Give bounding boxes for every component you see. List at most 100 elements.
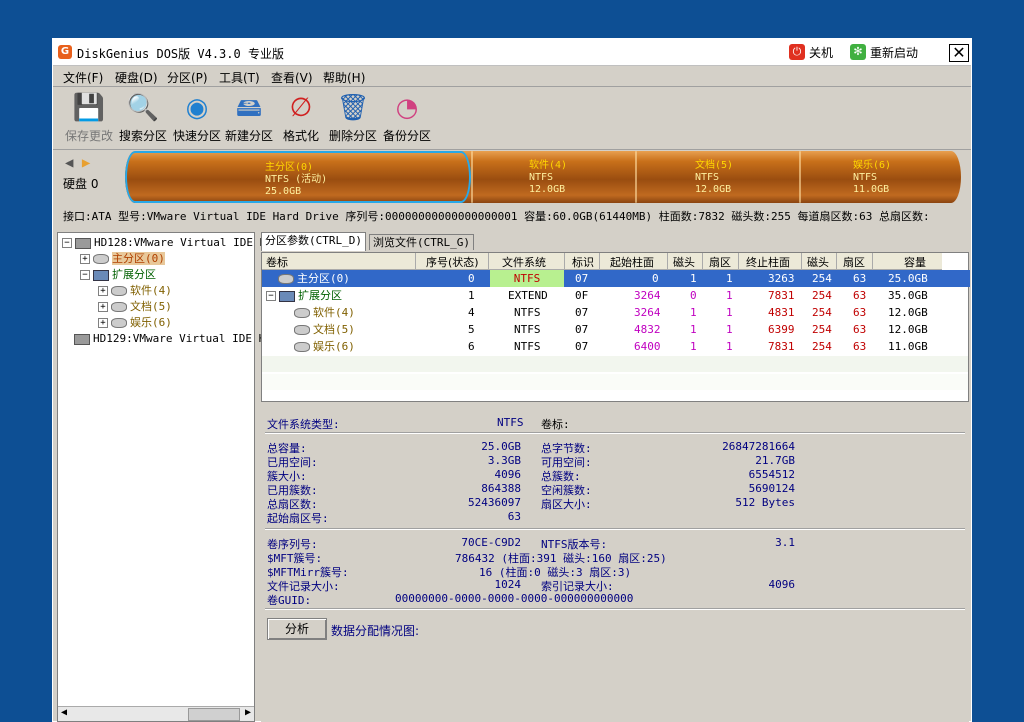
tab-partition-params[interactable]: 分区参数(CTRL_D) xyxy=(261,232,366,251)
cell-end-head: 254 xyxy=(812,306,832,319)
close-button[interactable]: ✕ xyxy=(949,44,969,62)
table-row[interactable]: − 扩展分区 1 EXTEND 0F 3264 0 1 7831 254 63 3… xyxy=(262,287,970,304)
shutdown-button[interactable]: ⏻ 关机 xyxy=(789,43,833,61)
col-capacity[interactable]: 容量 xyxy=(904,254,926,270)
cell-filesystem: NTFS xyxy=(490,270,564,287)
used-clusters-value: 864388 xyxy=(481,482,521,495)
cell-start-sector: 1 xyxy=(726,289,733,302)
collapse-icon[interactable]: − xyxy=(80,270,90,280)
cell-filesystem: NTFS xyxy=(514,340,541,353)
disk-nav: ◀ ▶ xyxy=(65,155,90,171)
format-button[interactable]: ∅ 格式化 xyxy=(277,91,325,144)
delete-partition-button[interactable]: 🗑 删除分区 xyxy=(327,91,379,144)
save-changes-button[interactable]: 💾 保存更改 xyxy=(63,91,115,144)
cell-start-head: 1 xyxy=(690,306,697,319)
tree-primary-partition[interactable]: + 主分区(0) xyxy=(80,251,165,267)
right-panel: 分区参数(CTRL_D) 浏览文件(CTRL_G) 卷标 序号(状态) 文件系统… xyxy=(261,232,970,722)
cell-start-sector: 1 xyxy=(726,306,733,319)
segment-software-fs: NTFS xyxy=(529,172,554,183)
segment-entertainment-size: 11.0GB xyxy=(853,184,890,195)
col-end-sector[interactable]: 扇区 xyxy=(843,254,865,270)
tree-disk-hd128[interactable]: − HD128:VMware Virtual IDE H: xyxy=(62,235,273,251)
tree-label: 扩展分区 xyxy=(112,268,156,281)
cell-index: 6 xyxy=(468,340,475,353)
expand-icon[interactable]: + xyxy=(80,254,90,264)
tree-partition-software[interactable]: + 软件(4) xyxy=(98,283,172,299)
segment-primary[interactable]: 主分区(0) NTFS (活动) 25.0GB xyxy=(125,151,471,203)
new-partition-button[interactable]: 🖴 新建分区 xyxy=(223,91,275,144)
tree-disk-hd129[interactable]: HD129:VMware Virtual IDE H: xyxy=(62,331,272,347)
partition-table: 卷标 序号(状态) 文件系统 标识 起始柱面 磁头 扇区 终止柱面 磁头 扇区 xyxy=(261,252,970,402)
table-row[interactable]: 主分区(0) 0 NTFS 07 0 1 1 3263 254 63 25.0G… xyxy=(262,270,970,287)
partition-icon xyxy=(111,286,127,296)
restart-button[interactable]: ✻ 重新启动 xyxy=(850,43,918,61)
col-start-head[interactable]: 磁头 xyxy=(673,254,695,270)
collapse-icon[interactable]: − xyxy=(62,238,72,248)
menu-view[interactable]: 查看(V) xyxy=(271,69,313,86)
search-partition-button[interactable]: 🔍 搜索分区 xyxy=(117,91,169,144)
shutdown-label: 关机 xyxy=(809,45,834,60)
cell-end-head: 254 xyxy=(812,272,832,285)
tab-browse-files[interactable]: 浏览文件(CTRL_G) xyxy=(369,234,474,250)
index-record-size-value: 4096 xyxy=(768,578,796,591)
allocation-map-label: 数据分配情况图: xyxy=(331,624,420,638)
scroll-thumb[interactable] xyxy=(188,708,240,721)
cell-id: 07 xyxy=(575,306,589,319)
tree-label: HD129:VMware Virtual IDE H: xyxy=(93,332,272,345)
expand-icon[interactable]: + xyxy=(98,302,108,312)
table-row[interactable]: 娱乐(6) 6 NTFS 07 6400 1 1 7831 254 63 11.… xyxy=(262,338,970,355)
tree-horizontal-scrollbar[interactable]: ◀ ▶ xyxy=(58,706,254,721)
tree-partition-documents[interactable]: + 文档(5) xyxy=(98,299,172,315)
col-end-cyl[interactable]: 终止柱面 xyxy=(746,254,790,270)
scroll-right-icon[interactable]: ▶ xyxy=(245,707,251,718)
segment-documents-size: 12.0GB xyxy=(695,184,732,195)
col-start-sector[interactable]: 扇区 xyxy=(709,254,731,270)
cell-end-head: 254 xyxy=(812,340,832,353)
scroll-left-icon[interactable]: ◀ xyxy=(61,707,67,718)
cell-id: 07 xyxy=(575,340,589,353)
cell-start-head: 0 xyxy=(690,289,697,302)
backup-partition-button[interactable]: ◔ 备份分区 xyxy=(381,91,433,144)
cell-end-sector: 63 xyxy=(853,340,867,353)
menu-disk[interactable]: 硬盘(D) xyxy=(115,69,158,86)
menu-file[interactable]: 文件(F) xyxy=(63,69,103,86)
menu-help[interactable]: 帮助(H) xyxy=(323,69,365,86)
col-id[interactable]: 标识 xyxy=(572,254,594,270)
partition-icon xyxy=(93,254,109,264)
col-volume[interactable]: 卷标 xyxy=(266,254,288,270)
cell-volume: 主分区(0) xyxy=(297,272,350,285)
cell-volume: 娱乐(6) xyxy=(313,340,355,353)
next-disk-icon[interactable]: ▶ xyxy=(82,155,90,171)
format-label: 格式化 xyxy=(282,129,319,143)
col-end-head[interactable]: 磁头 xyxy=(807,254,829,270)
cell-start-cyl: 4832 xyxy=(634,323,661,336)
col-filesystem[interactable]: 文件系统 xyxy=(502,254,546,270)
expand-icon[interactable]: + xyxy=(98,286,108,296)
segment-documents[interactable]: 文档(5) NTFS 12.0GB xyxy=(637,151,799,203)
prev-disk-icon[interactable]: ◀ xyxy=(65,155,73,171)
col-index[interactable]: 序号(状态) xyxy=(426,254,479,270)
tree-partition-entertainment[interactable]: + 娱乐(6) xyxy=(98,315,172,331)
file-record-size-value: 1024 xyxy=(494,578,522,591)
expand-icon[interactable]: + xyxy=(98,318,108,328)
collapse-icon[interactable]: − xyxy=(266,291,276,301)
table-row[interactable]: 文档(5) 5 NTFS 07 4832 1 1 6399 254 63 12.… xyxy=(262,321,970,338)
cell-start-cyl: 3264 xyxy=(634,289,661,302)
segment-software[interactable]: 软件(4) NTFS 12.0GB xyxy=(473,151,635,203)
tree-extended-partition[interactable]: − 扩展分区 xyxy=(80,267,156,283)
segment-entertainment-name: 娱乐(6) xyxy=(853,160,892,171)
serial-value: 70CE-C9D2 xyxy=(461,536,521,549)
analyze-button[interactable]: 分析 xyxy=(267,618,327,640)
menu-partition[interactable]: 分区(P) xyxy=(167,69,208,86)
quick-partition-button[interactable]: ◉ 快速分区 xyxy=(171,91,223,144)
segment-software-size: 12.0GB xyxy=(529,184,566,195)
segment-entertainment-fs: NTFS xyxy=(853,172,878,183)
restart-label: 重新启动 xyxy=(870,45,919,60)
cell-start-head: 1 xyxy=(690,323,697,336)
col-start-cyl[interactable]: 起始柱面 xyxy=(610,254,654,270)
save-icon: 💾 xyxy=(72,93,106,123)
used-space-value: 3.3GB xyxy=(487,454,521,467)
menu-tools[interactable]: 工具(T) xyxy=(219,69,260,86)
table-row[interactable]: 软件(4) 4 NTFS 07 3264 1 1 4831 254 63 12.… xyxy=(262,304,970,321)
segment-entertainment[interactable]: 娱乐(6) NTFS 11.0GB xyxy=(801,151,961,203)
